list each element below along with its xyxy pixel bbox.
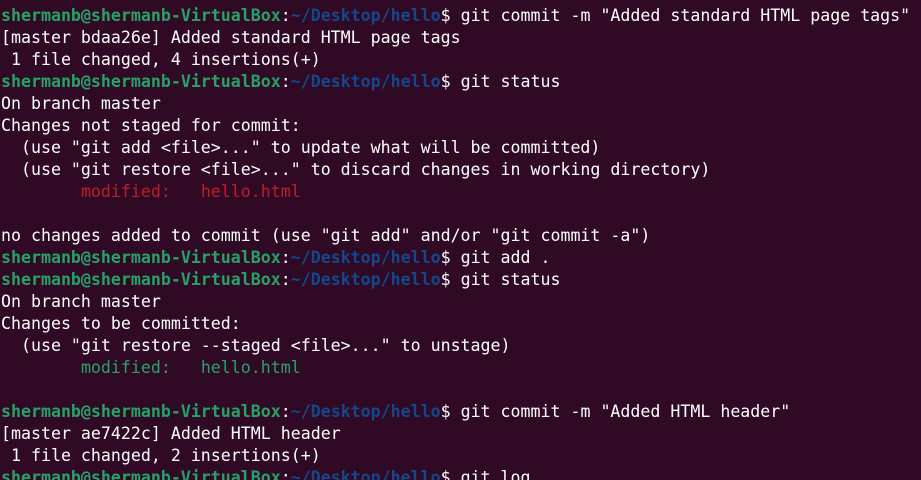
prompt-user-host: shermanb@shermanb-VirtualBox: [1, 248, 281, 267]
output-text: 1 file changed, 4 insertions(+): [1, 50, 321, 69]
output-line: On branch master: [1, 93, 910, 115]
output-text: On branch master: [1, 292, 161, 311]
prompt-line: shermanb@shermanb-VirtualBox:~/Desktop/h…: [1, 467, 910, 480]
output-text: modified: hello.html: [1, 182, 301, 201]
output-text: no changes added to commit (use "git add…: [1, 226, 651, 245]
prompt-line: shermanb@shermanb-VirtualBox:~/Desktop/h…: [1, 5, 910, 27]
output-text: Changes not staged for commit:: [1, 116, 301, 135]
prompt-path: ~/Desktop/hello: [290, 402, 441, 421]
prompt-dollar: $: [440, 6, 461, 25]
output-line: Changes not staged for commit:: [1, 115, 910, 137]
output-line: no changes added to commit (use "git add…: [1, 225, 910, 247]
prompt-dollar: $: [440, 402, 461, 421]
command-text: git commit -m "Added HTML header": [460, 402, 791, 421]
output-line: (use "git restore --staged <file>..." to…: [1, 335, 910, 357]
output-text: On branch master: [1, 94, 161, 113]
command-text: git add .: [460, 248, 551, 267]
prompt-path: ~/Desktop/hello: [290, 270, 441, 289]
output-text: (use "git add <file>..." to update what …: [1, 138, 601, 157]
command-text: git status: [460, 72, 561, 91]
output-text: [master ae7422c] Added HTML header: [1, 424, 341, 443]
output-text: (use "git restore <file>..." to discard …: [1, 160, 711, 179]
output-line: Changes to be committed:: [1, 313, 910, 335]
terminal-window[interactable]: shermanb@shermanb-VirtualBox:~/Desktop/h…: [0, 0, 921, 480]
terminal-output: shermanb@shermanb-VirtualBox:~/Desktop/h…: [1, 5, 910, 480]
prompt-colon: :: [280, 6, 291, 25]
output-line: [master bdaa26e] Added standard HTML pag…: [1, 27, 910, 49]
prompt-user-host: shermanb@shermanb-VirtualBox: [1, 72, 281, 91]
output-text: (use "git restore --staged <file>..." to…: [1, 336, 511, 355]
prompt-colon: :: [280, 402, 291, 421]
prompt-dollar: $: [440, 270, 461, 289]
prompt-colon: :: [280, 248, 291, 267]
output-line: 1 file changed, 2 insertions(+): [1, 445, 910, 467]
output-text: modified: hello.html: [1, 358, 301, 377]
prompt-colon: :: [280, 468, 291, 480]
prompt-dollar: $: [440, 468, 461, 480]
prompt-path: ~/Desktop/hello: [290, 248, 441, 267]
prompt-line: shermanb@shermanb-VirtualBox:~/Desktop/h…: [1, 269, 910, 291]
prompt-path: ~/Desktop/hello: [290, 468, 441, 480]
output-text: 1 file changed, 2 insertions(+): [1, 446, 321, 465]
output-line: modified: hello.html: [1, 181, 910, 203]
command-text: git status: [460, 270, 561, 289]
output-line: modified: hello.html: [1, 357, 910, 379]
prompt-user-host: shermanb@shermanb-VirtualBox: [1, 402, 281, 421]
output-text: Changes to be committed:: [1, 314, 241, 333]
prompt-colon: :: [280, 72, 291, 91]
prompt-user-host: shermanb@shermanb-VirtualBox: [1, 468, 281, 480]
output-line: (use "git restore <file>..." to discard …: [1, 159, 910, 181]
command-text: git log: [460, 468, 531, 480]
prompt-line: shermanb@shermanb-VirtualBox:~/Desktop/h…: [1, 401, 910, 423]
output-line: On branch master: [1, 291, 910, 313]
output-line: [master ae7422c] Added HTML header: [1, 423, 910, 445]
prompt-user-host: shermanb@shermanb-VirtualBox: [1, 270, 281, 289]
prompt-path: ~/Desktop/hello: [290, 72, 441, 91]
prompt-line: shermanb@shermanb-VirtualBox:~/Desktop/h…: [1, 71, 910, 93]
output-line: (use "git add <file>..." to update what …: [1, 137, 910, 159]
command-text: git commit -m "Added standard HTML page …: [460, 6, 911, 25]
prompt-path: ~/Desktop/hello: [290, 6, 441, 25]
prompt-user-host: shermanb@shermanb-VirtualBox: [1, 6, 281, 25]
prompt-line: shermanb@shermanb-VirtualBox:~/Desktop/h…: [1, 247, 910, 269]
output-text: [master bdaa26e] Added standard HTML pag…: [1, 28, 461, 47]
prompt-dollar: $: [440, 72, 461, 91]
prompt-colon: :: [280, 270, 291, 289]
output-line: 1 file changed, 4 insertions(+): [1, 49, 910, 71]
prompt-dollar: $: [440, 248, 461, 267]
